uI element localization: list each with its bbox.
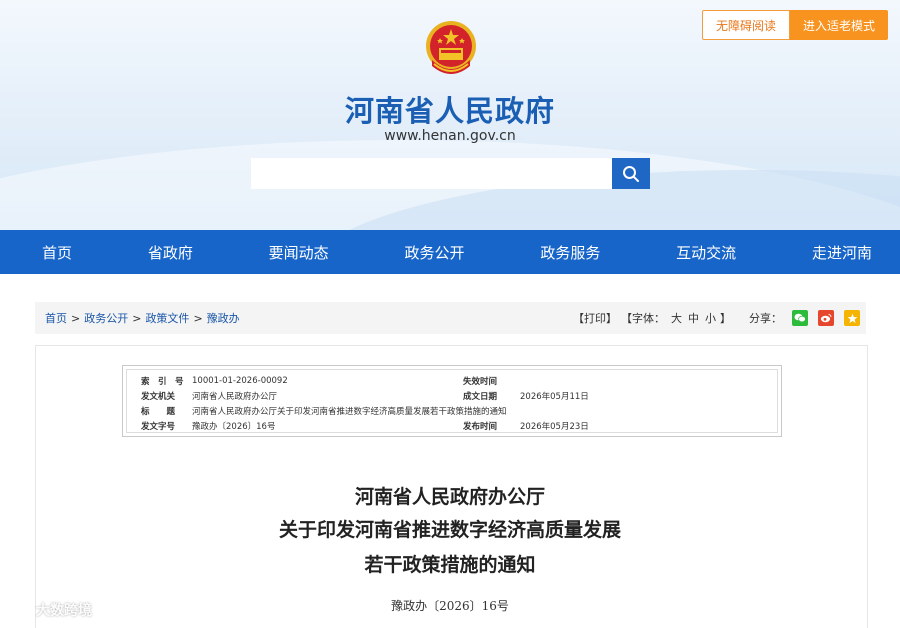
doc-number-value: 豫政办〔2026〕16号 <box>192 421 276 432</box>
subject-label: 标 题 <box>141 406 176 417</box>
metadata-row: 索 引 号 10001-01-2026-00092 失效时间 <box>127 373 777 388</box>
font-small-button[interactable]: 小 <box>705 310 716 326</box>
font-size-options: 大 中 小 <box>671 310 716 326</box>
metadata-row: 发文字号 豫政办〔2026〕16号 发布时间 2026年05月23日 <box>127 418 777 433</box>
site-title: 河南省人民政府 <box>344 94 555 128</box>
metadata-row: 发文机关 河南省人民政府办公厅 成文日期 2026年05月11日 <box>127 388 777 403</box>
written-date-value: 2026年05月11日 <box>520 391 589 402</box>
font-size-label: 【字体： <box>621 312 665 325</box>
issuer-label: 发文机关 <box>141 391 176 402</box>
doc-number-label: 发文字号 <box>141 421 176 432</box>
accessible-reading-button[interactable]: 无障碍阅读 <box>702 10 790 40</box>
nav-item-home[interactable]: 首页 <box>42 242 72 263</box>
written-date-label: 成文日期 <box>463 391 498 402</box>
document-metadata-table: 索 引 号 10001-01-2026-00092 失效时间 发文机关 河南省人… <box>122 365 782 437</box>
print-button[interactable]: 【打印】 <box>573 310 617 326</box>
metadata-row: 标 题 河南省人民政府办公厅关于印发河南省推进数字经济高质量发展若干政策措施的通… <box>127 403 777 418</box>
breadcrumb-bar: 首页 > 政务公开 > 政策文件 > 豫政办 【打印】 【字体： 大 中 小 】… <box>35 302 866 334</box>
search-button[interactable] <box>612 158 650 189</box>
font-medium-button[interactable]: 中 <box>688 310 699 326</box>
font-large-button[interactable]: 大 <box>671 310 682 326</box>
nav-item-public-affairs[interactable]: 政务公开 <box>404 242 464 263</box>
search-input[interactable] <box>251 158 612 189</box>
nav-item-services[interactable]: 政务服务 <box>540 242 600 263</box>
index-number-value: 10001-01-2026-00092 <box>192 375 288 386</box>
publish-time-value: 2026年05月23日 <box>520 421 589 432</box>
share-label: 分享： <box>749 312 782 325</box>
breadcrumb-home[interactable]: 首页 <box>45 310 67 326</box>
site-url: www.henan.gov.cn <box>384 128 516 144</box>
elder-mode-button[interactable]: 进入适老模式 <box>790 10 888 40</box>
breadcrumb-separator: > <box>132 311 142 325</box>
breadcrumb: 首页 > 政务公开 > 政策文件 > 豫政办 <box>45 310 240 326</box>
expiry-label: 失效时间 <box>463 376 498 387</box>
wechat-share-icon[interactable] <box>792 310 808 326</box>
font-size-close: 】 <box>720 312 731 325</box>
main-nav: 首页 省政府 要闻动态 政务公开 政务服务 互动交流 走进河南 <box>0 230 900 274</box>
subject-value: 河南省人民政府办公厅关于印发河南省推进数字经济高质量发展若干政策措施的通知 <box>192 406 507 417</box>
breadcrumb-yuzhengban[interactable]: 豫政办 <box>207 310 240 326</box>
nav-item-about-henan[interactable]: 走进河南 <box>812 242 872 263</box>
weibo-share-icon[interactable] <box>818 310 834 326</box>
nav-item-government[interactable]: 省政府 <box>148 242 193 263</box>
document-number: 豫政办〔2026〕16号 <box>391 599 509 613</box>
top-buttons: 无障碍阅读 进入适老模式 <box>702 10 888 40</box>
favorite-share-icon[interactable] <box>844 310 860 326</box>
watermark-logo-icon <box>9 603 29 616</box>
page-tools: 【打印】 【字体： 大 中 小 】 分享： <box>573 310 860 326</box>
site-header: 无障碍阅读 进入适老模式 河南省人民政府 www.henan.gov.cn <box>0 0 900 230</box>
publish-time-label: 发布时间 <box>463 421 498 432</box>
national-emblem-icon <box>426 21 476 74</box>
search-bar <box>251 158 650 189</box>
issuer-value: 河南省人民政府办公厅 <box>192 391 278 402</box>
document-title-line-1: 河南省人民政府办公厅 <box>354 486 545 508</box>
breadcrumb-separator: > <box>71 311 81 325</box>
nav-item-interaction[interactable]: 互动交流 <box>676 242 736 263</box>
watermark: 大数跨境 <box>8 600 92 620</box>
metadata-inner-frame: 索 引 号 10001-01-2026-00092 失效时间 发文机关 河南省人… <box>126 369 778 433</box>
document-title-line-3: 若干政策措施的通知 <box>364 554 536 576</box>
search-icon <box>623 165 639 182</box>
index-number-label: 索 引 号 <box>141 376 184 387</box>
watermark-text: 大数跨境 <box>36 603 92 619</box>
breadcrumb-public-affairs[interactable]: 政务公开 <box>84 310 128 326</box>
nav-item-news[interactable]: 要闻动态 <box>269 242 329 263</box>
breadcrumb-separator: > <box>193 311 203 325</box>
breadcrumb-policy-docs[interactable]: 政策文件 <box>145 310 189 326</box>
document-title-line-2: 关于印发河南省推进数字经济高质量发展 <box>278 519 621 541</box>
